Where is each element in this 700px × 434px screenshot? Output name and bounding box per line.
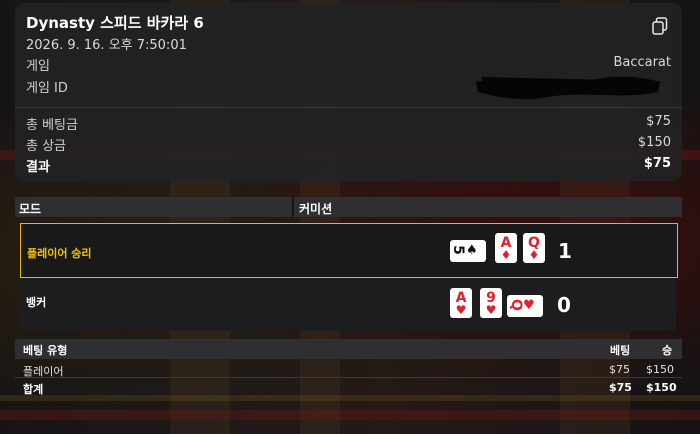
total-bet-value: $75 [646, 114, 671, 129]
diamond-icon: ♦ [528, 248, 540, 262]
result-value: $75 [643, 156, 671, 171]
banker-label: 뱅커 [26, 296, 47, 309]
mode-header: 모드 커미션 [15, 197, 682, 217]
game-id-label: 게임 ID [26, 81, 68, 96]
bet-row: 플레이어 $75 $150 [15, 360, 682, 378]
banker-card-3: Q ♥ [507, 295, 543, 317]
commission-label: 커미션 [299, 202, 333, 216]
bet-type-header: 베팅 유형 [23, 344, 68, 357]
player-card-3: Q ♦ [523, 233, 545, 263]
mode-label: 모드 [19, 202, 42, 216]
bets-total-row: 합계 $75 $150 [15, 378, 682, 396]
round-datetime: 2026. 9. 16. 오후 7:50:01 [26, 38, 187, 53]
result-row: 결과 $75 [26, 156, 671, 175]
total-label: 합계 [23, 383, 44, 396]
heart-icon: ♥ [485, 303, 497, 317]
copy-icon[interactable] [652, 17, 668, 35]
banker-card-1: A ♥ [450, 288, 472, 318]
redacted-game-id [476, 76, 660, 100]
banker-card-2: 9 ♥ [480, 288, 502, 318]
total-bet-amount: $75 [609, 381, 632, 394]
total-win-value: $150 [637, 135, 671, 150]
player-card-2: A ♦ [495, 233, 517, 263]
player-hand-row: 플레이어 승리 5 ♠ A ♦ Q ♦ 1 [20, 223, 678, 278]
round-summary-card: Dynasty 스피드 바카라 6 2026. 9. 16. 오후 7:50:0… [15, 3, 682, 181]
player-score: 1 [558, 239, 572, 263]
result-label: 결과 [26, 160, 50, 175]
total-win-row: 총 상금 $150 [26, 135, 671, 154]
player-card-1: 5 ♠ [450, 240, 486, 262]
heart-icon: ♥ [523, 298, 535, 313]
total-bet-label: 총 베팅금 [26, 118, 78, 133]
heart-icon: ♥ [455, 303, 467, 317]
diamond-icon: ♦ [500, 248, 512, 262]
banker-score: 0 [557, 293, 571, 317]
game-title: Dynasty 스피드 바카라 6 [26, 14, 204, 32]
bets-header: 베팅 유형 베팅 승 [15, 339, 682, 359]
summary-divider [15, 107, 682, 108]
win-amount-header: 승 [662, 344, 673, 357]
win-amount: $150 [646, 363, 674, 376]
total-win-amount: $150 [646, 381, 677, 394]
bet-amount: $75 [609, 363, 630, 376]
total-bet-row: 총 베팅금 $75 [26, 114, 671, 133]
player-win-label: 플레이어 승리 [27, 247, 92, 260]
bet-amount-header: 베팅 [610, 344, 631, 357]
spade-icon: ♠ [466, 243, 478, 258]
banker-hand-row: 뱅커 A ♥ 9 ♥ Q ♥ 0 [20, 278, 676, 331]
game-label: 게임 [26, 59, 50, 74]
total-win-label: 총 상금 [26, 139, 67, 154]
